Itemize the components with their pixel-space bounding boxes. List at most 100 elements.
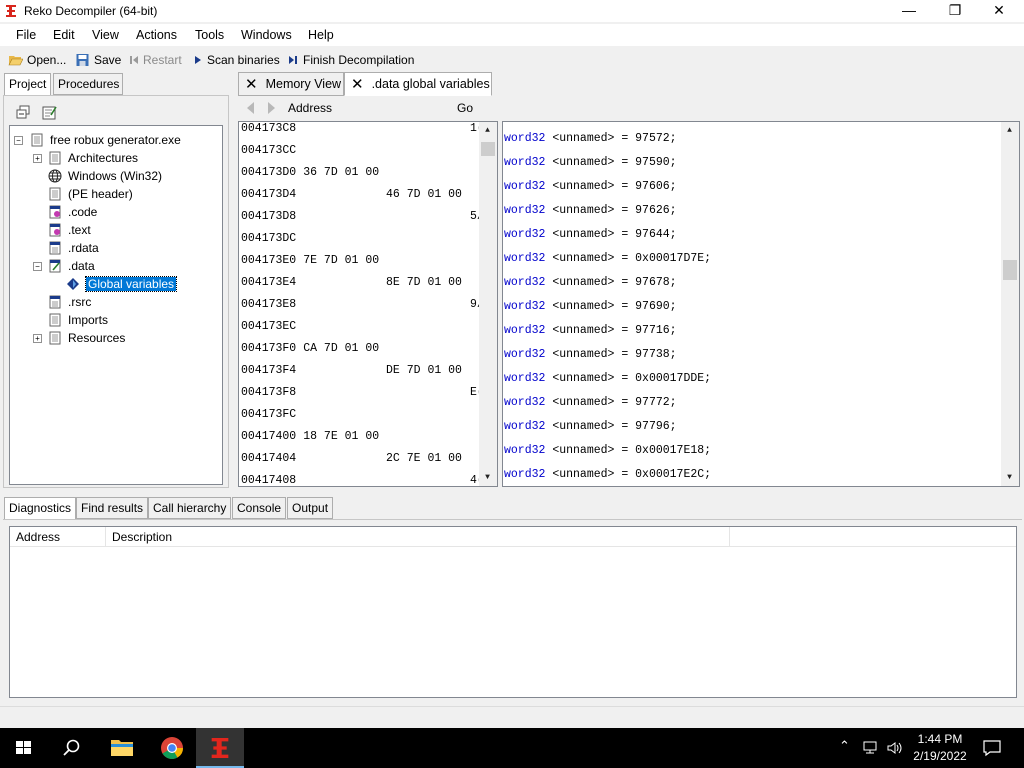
tab-output[interactable]: Output (287, 497, 334, 519)
chevron-up-icon[interactable]: ⌃ (839, 738, 850, 754)
tree-item-label: .data (68, 259, 95, 273)
hex-address: 004173D4 (241, 188, 297, 201)
clock[interactable]: 1:44 PM 2/19/2022 (900, 728, 980, 768)
hex-address: 004173F4 (241, 364, 297, 377)
type-keyword: word32 (504, 468, 546, 481)
menu-tools[interactable]: Tools (195, 28, 224, 42)
window-title: Reko Decompiler (64-bit) (24, 4, 158, 18)
tree-item-root[interactable]: free robux generator.exe (30, 131, 181, 149)
menu-help[interactable]: Help (308, 28, 334, 42)
declaration-text: <unnamed> = 97690; (545, 300, 677, 313)
scan-binaries-button[interactable]: Scan binaries (193, 51, 280, 69)
windows-start-icon[interactable] (0, 728, 48, 768)
diagnostics-list[interactable]: Address Description (9, 526, 1017, 698)
code-line: word32 <unnamed> = 97678; (504, 276, 677, 300)
tree-item-architectures[interactable]: Architectures (48, 149, 138, 167)
tree-item-data[interactable]: .data (48, 257, 95, 275)
hex-row: 004173DC (241, 232, 303, 254)
data-segment-icon (49, 259, 61, 273)
code-line: word32 <unnamed> = 97572; (504, 132, 677, 156)
tree-item-global-variables[interactable]: Global variables (66, 275, 178, 293)
scroll-down-arrow-icon[interactable]: ▼ (479, 469, 496, 486)
scroll-thumb[interactable] (481, 142, 495, 156)
menu-actions[interactable]: Actions (136, 28, 177, 42)
code-line: word32 <unnamed> = 97690; (504, 300, 677, 324)
back-arrow-icon[interactable] (247, 102, 254, 114)
maximize-button[interactable]: ❐ (932, 0, 978, 22)
menu-windows[interactable]: Windows (241, 28, 292, 42)
hex-address: 004173D0 (241, 166, 297, 179)
memory-hex-view[interactable]: 004173C8 1(004173CC 004173D0 36 7D 01 00 004… (238, 121, 498, 487)
search-icon[interactable] (48, 728, 96, 768)
tree-item-text[interactable]: .text (48, 221, 91, 239)
tree-item-windows-win32[interactable]: Windows (Win32) (48, 167, 162, 185)
tab-console[interactable]: Console (232, 497, 287, 519)
chrome-icon[interactable] (148, 728, 196, 768)
tab-call-hierarchy[interactable]: Call hierarchy (148, 497, 232, 519)
address-input[interactable] (334, 99, 448, 118)
scroll-up-arrow-icon[interactable]: ▲ (479, 122, 496, 139)
status-bar (0, 706, 1024, 728)
close-button[interactable]: ✕ (976, 0, 1022, 22)
tab-find-results[interactable]: Find results (76, 497, 149, 519)
reko-taskbar-button[interactable] (196, 728, 244, 768)
scroll-up-arrow-icon[interactable]: ▲ (1001, 122, 1018, 139)
hex-bytes: 46 7D 01 00 (303, 188, 462, 201)
hex-address: 004173CC (241, 144, 297, 157)
menu-edit[interactable]: Edit (53, 28, 75, 42)
tree-item-resources[interactable]: Resources (48, 329, 125, 347)
hex-bytes: 7E 7D 01 00 (303, 254, 380, 267)
tab-label: .data global variables (371, 77, 490, 91)
tab-diagnostics[interactable]: Diagnostics (4, 497, 77, 520)
data-collapse-toggle[interactable]: − (33, 262, 42, 271)
tree-item-rsrc[interactable]: .rsrc (48, 293, 91, 311)
scroll-down-arrow-icon[interactable]: ▼ (1001, 469, 1018, 486)
tab-memory-view[interactable]: ✕ Memory View (238, 72, 344, 96)
minimize-button[interactable]: — (886, 0, 932, 22)
tree-item-code[interactable]: .code (48, 203, 97, 221)
declaration-text: <unnamed> = 97796; (545, 420, 677, 433)
root-collapse-toggle[interactable]: − (14, 136, 23, 145)
code-vertical-scrollbar[interactable]: ▲ ▼ (1001, 122, 1019, 486)
properties-icon[interactable] (42, 105, 57, 120)
finish-decompilation-button[interactable]: Finish Decompilation (288, 51, 414, 69)
hex-vertical-scrollbar[interactable]: ▲ ▼ (479, 122, 497, 486)
tree-item-rdata[interactable]: .rdata (48, 239, 99, 257)
save-button[interactable]: Save (75, 51, 121, 69)
column-header-address[interactable]: Address (10, 527, 106, 547)
finish-icon (289, 56, 297, 64)
tree-item-label: .rsrc (68, 295, 92, 309)
resources-expand-toggle[interactable]: + (33, 334, 42, 343)
go-button[interactable]: Go (457, 101, 473, 115)
restart-button[interactable]: Restart (129, 51, 182, 69)
menu-view[interactable]: View (92, 28, 119, 42)
collapse-all-icon[interactable] (16, 105, 30, 119)
close-tab-icon[interactable]: ✕ (245, 75, 258, 93)
menu-file[interactable]: File (16, 28, 36, 42)
notifications-icon[interactable] (980, 728, 1004, 768)
network-icon[interactable] (862, 740, 880, 756)
open-button[interactable]: Open... (8, 51, 66, 69)
file-explorer-icon[interactable] (98, 728, 146, 768)
tab-data-global-variables[interactable]: ✕ .data global variables (344, 72, 492, 96)
tree-item-imports[interactable]: Imports (48, 311, 108, 329)
tree-item-label: Imports (68, 313, 109, 327)
hex-row: 004173D8 5/ (241, 210, 484, 232)
tab-procedures[interactable]: Procedures (53, 73, 123, 95)
declaration-text: <unnamed> = 97716; (545, 324, 677, 337)
architectures-expand-toggle[interactable]: + (33, 154, 42, 163)
tab-project[interactable]: Project (4, 73, 52, 96)
hex-row: 004173D4 46 7D 01 00 (241, 188, 462, 210)
close-tab-icon[interactable]: ✕ (351, 75, 364, 93)
column-header-description[interactable]: Description (106, 527, 730, 547)
scroll-thumb[interactable] (1003, 260, 1017, 280)
tree-item-label: .text (68, 223, 91, 237)
tree-item-pe-header[interactable]: (PE header) (48, 185, 133, 203)
hex-address: 004173DC (241, 232, 297, 245)
clock-date: 2/19/2022 (913, 749, 967, 763)
hex-address: 004173FC (241, 408, 297, 421)
tree-item-label: .code (68, 205, 98, 219)
global-variables-code-view[interactable]: word32 <unnamed> = 97572; word32 <unnamed… (502, 121, 1020, 487)
forward-arrow-icon[interactable] (268, 102, 275, 114)
tree-item-label: Architectures (68, 151, 139, 165)
